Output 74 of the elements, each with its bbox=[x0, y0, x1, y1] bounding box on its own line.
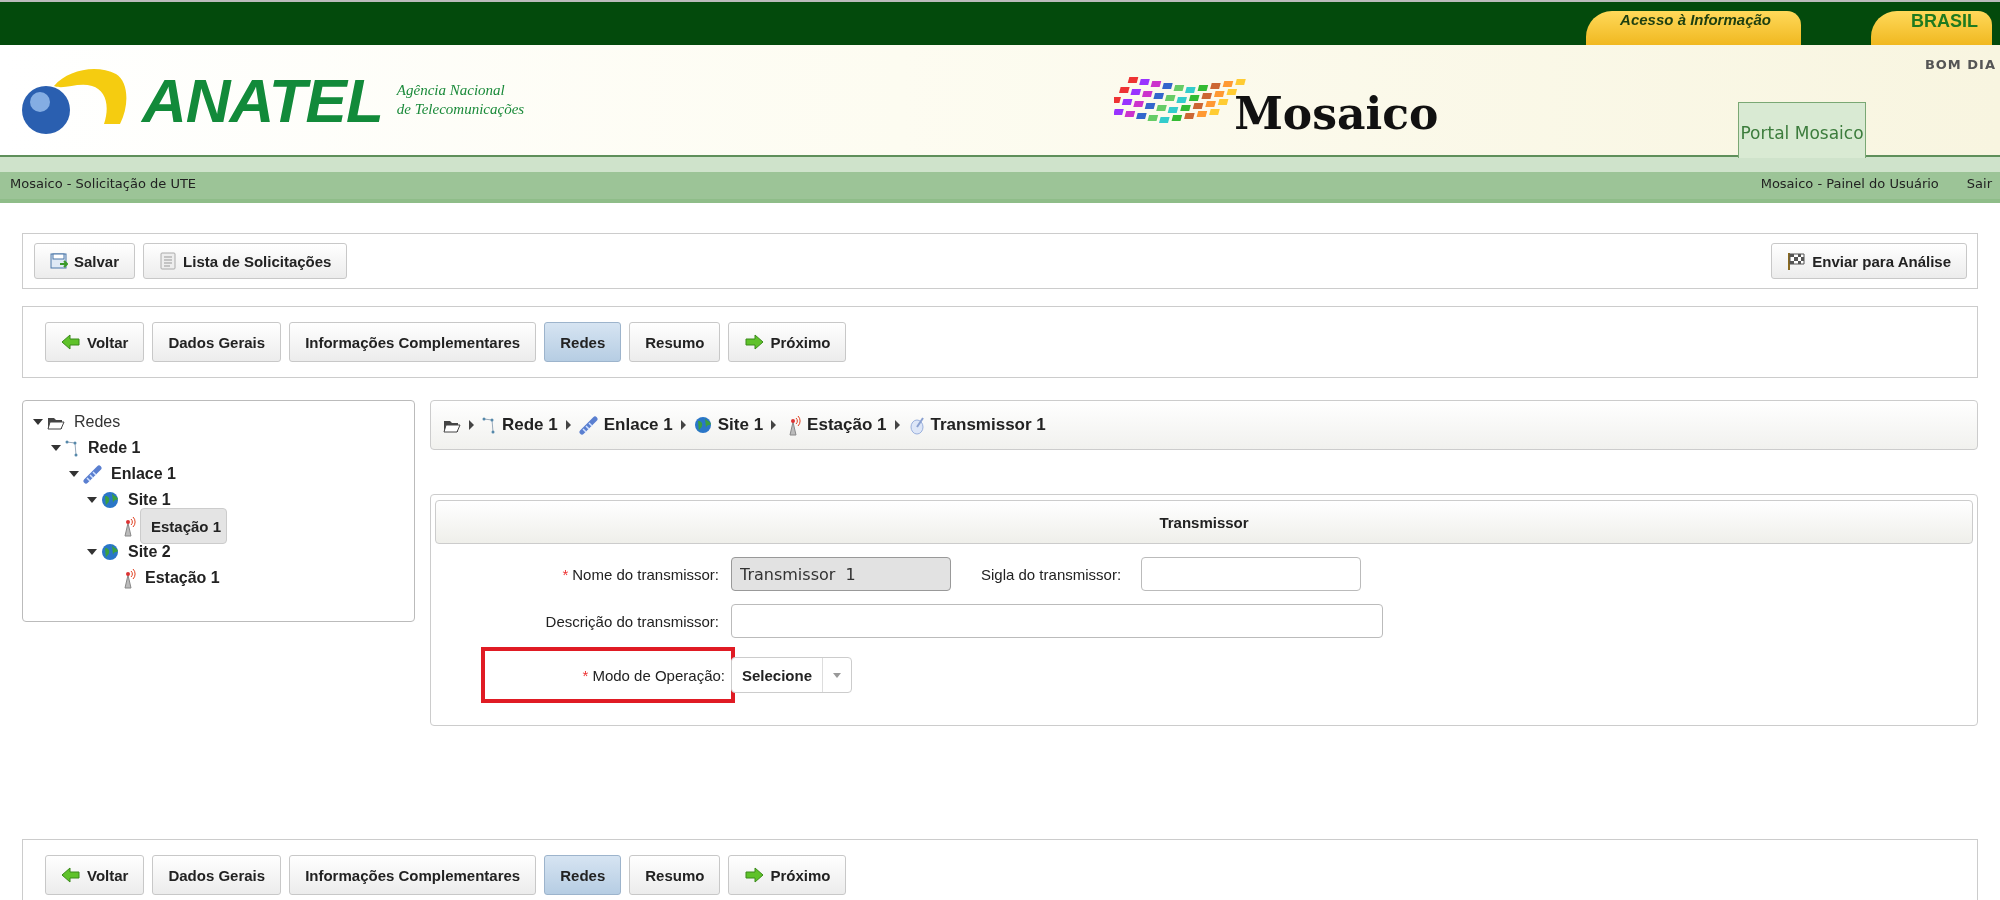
right-arrow-icon bbox=[744, 334, 765, 350]
tree-item[interactable]: Estação 1 bbox=[140, 567, 225, 589]
tree-item[interactable]: Site 2 bbox=[123, 541, 176, 563]
document-icon bbox=[159, 252, 178, 270]
right-arrow-icon bbox=[744, 867, 765, 883]
menu-link[interactable]: Sair bbox=[1966, 176, 1992, 191]
dropdown[interactable]: Selecione bbox=[731, 657, 853, 693]
agency-subtitle: Agência Nacional bbox=[396, 81, 506, 100]
menu-link[interactable]: Mosaico - Painel do Usuário bbox=[1760, 176, 1939, 191]
breadcrumb-link[interactable]: Enlace 1 bbox=[603, 415, 673, 435]
portal-tab[interactable]: Portal Mosaico bbox=[1738, 102, 1866, 158]
field-label: Sigla do transmissor: bbox=[981, 565, 1122, 583]
step-tab[interactable]: Resumo bbox=[629, 322, 721, 362]
field-label: Descrição do transmissor: bbox=[545, 612, 719, 630]
breadcrumb-link[interactable]: Rede 1 bbox=[502, 415, 558, 435]
triangle-icon bbox=[771, 420, 777, 430]
step-tab[interactable]: Redes bbox=[544, 322, 622, 362]
triangle-icon bbox=[565, 420, 571, 430]
expanded-caret-icon[interactable] bbox=[33, 417, 43, 427]
back-button[interactable]: Voltar bbox=[45, 855, 145, 895]
field-label: Modo de Operação: bbox=[592, 666, 725, 684]
agency-name: ANATEL bbox=[142, 64, 383, 136]
access-information-link[interactable]: Acesso à Informação bbox=[1586, 11, 1801, 45]
network-icon bbox=[65, 439, 79, 457]
greeting-text: BOM DIA bbox=[1924, 57, 1996, 72]
expanded-caret-icon[interactable] bbox=[69, 469, 79, 479]
breadcrumb-link[interactable]: Site 1 bbox=[717, 415, 764, 435]
flag-icon bbox=[1787, 251, 1807, 271]
tree-item[interactable]: Rede 1 bbox=[83, 437, 146, 459]
required-mark: * bbox=[562, 565, 569, 583]
breadcrumb-link[interactable]: Transmissor 1 bbox=[930, 415, 1046, 435]
globe-icon bbox=[101, 543, 119, 561]
globe-icon bbox=[693, 416, 712, 434]
save-icon bbox=[50, 252, 68, 270]
breadcrumb-link[interactable]: Estação 1 bbox=[807, 415, 887, 435]
save-button[interactable]: Salvar bbox=[34, 243, 136, 279]
left-arrow-icon bbox=[61, 867, 81, 883]
brasil-logo[interactable]: BRASIL bbox=[1871, 11, 1992, 45]
panel-title: Transmissor bbox=[435, 500, 1973, 544]
triangle-icon bbox=[894, 420, 900, 430]
expanded-caret-icon[interactable] bbox=[87, 495, 97, 505]
step-tab[interactable]: Redes bbox=[544, 855, 622, 895]
network-icon bbox=[482, 416, 496, 434]
next-button[interactable]: Próximo bbox=[728, 855, 847, 895]
tree-item[interactable]: Estação 1 bbox=[140, 508, 228, 544]
page-title: Mosaico - Solicitação de UTE bbox=[10, 176, 197, 191]
text-field[interactable] bbox=[1141, 557, 1362, 591]
triangle-icon bbox=[469, 420, 474, 430]
field-label: Nome do transmissor: bbox=[572, 565, 719, 583]
request-list-button[interactable]: Lista de Solicitações bbox=[143, 243, 348, 279]
tree-item[interactable]: Enlace 1 bbox=[106, 463, 181, 485]
next-button[interactable]: Próximo bbox=[728, 322, 847, 362]
text-field[interactable] bbox=[731, 604, 1383, 638]
triangle-icon bbox=[680, 420, 686, 430]
tree-item[interactable]: Redes bbox=[69, 411, 126, 433]
step-tab[interactable]: Informações Complementares bbox=[289, 322, 537, 362]
back-button[interactable]: Voltar bbox=[45, 322, 145, 362]
expanded-caret-icon[interactable] bbox=[51, 443, 61, 453]
left-arrow-icon bbox=[61, 334, 81, 350]
globe-icon bbox=[101, 491, 119, 509]
app-logo-text: Mosaico bbox=[1234, 88, 1439, 139]
expanded-caret-icon[interactable] bbox=[87, 547, 97, 557]
step-tab[interactable]: Dados Gerais bbox=[152, 855, 282, 895]
step-tab[interactable]: Resumo bbox=[629, 855, 721, 895]
step-tab[interactable]: Informações Complementares bbox=[289, 855, 537, 895]
required-mark: * bbox=[582, 666, 589, 684]
chain-icon bbox=[578, 415, 598, 435]
submit-button[interactable]: Enviar para Análise bbox=[1771, 243, 1967, 279]
tree-item[interactable]: Site 1 bbox=[123, 489, 176, 511]
transmitter-icon bbox=[907, 415, 925, 435]
agency-subtitle: de Telecomunicações bbox=[396, 100, 525, 119]
dropdown-arrow-icon bbox=[833, 672, 842, 678]
step-tab[interactable]: Dados Gerais bbox=[152, 322, 282, 362]
chain-icon bbox=[83, 464, 102, 484]
